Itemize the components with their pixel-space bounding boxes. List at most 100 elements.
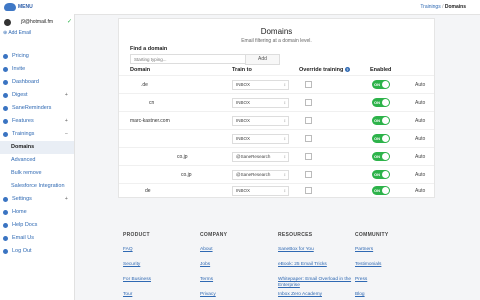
enabled-toggle[interactable]: ON <box>372 170 390 179</box>
enabled-toggle[interactable]: ON <box>372 98 390 107</box>
table-row: INBOX ON Auto <box>119 129 434 148</box>
breadcrumb-trainings[interactable]: Trainings <box>420 4 440 10</box>
train-to-select[interactable]: INBOX <box>232 134 289 144</box>
account-row[interactable]: j9@hotmail.fm ✓ <box>3 18 73 28</box>
footer-link-ebook[interactable]: eBook: 25 Email Tricks <box>278 262 356 268</box>
sidebar-item-home[interactable]: Home <box>0 206 74 219</box>
toggle-label: ON <box>374 118 380 123</box>
sidebar-item-label: Features <box>12 118 34 124</box>
footer-link-inbox-zero[interactable]: Inbox Zero Academy <box>278 292 356 298</box>
sidebar-subitem-salesforce[interactable]: Salesforce Integration <box>0 180 74 193</box>
override-checkbox[interactable] <box>305 117 312 124</box>
train-to-select[interactable]: INBOX <box>232 98 289 108</box>
person-add-icon <box>3 67 8 72</box>
account-email: j9@hotmail.fm <box>21 19 54 25</box>
enabled-toggle[interactable]: ON <box>372 186 390 195</box>
override-checkbox[interactable] <box>305 81 312 88</box>
footer-link-faq[interactable]: FAQ <box>123 247 201 253</box>
footer-heading: COMPANY <box>200 232 228 238</box>
footer-link-partners[interactable]: Partners <box>355 247 433 253</box>
sidebar-item-label: Digest <box>12 92 28 98</box>
column-header-domain: Domain <box>130 67 151 73</box>
auto-label: Auto <box>415 136 426 142</box>
sidebar-item-sanereminders[interactable]: SaneReminders <box>0 102 74 115</box>
footer-link-about[interactable]: About <box>200 247 278 253</box>
sidebar: j9@hotmail.fm ✓ ⊕ Add Email Pricing Invi… <box>0 14 75 300</box>
page-title: Domains <box>260 27 293 36</box>
logout-icon <box>3 249 8 254</box>
override-label: Override training <box>299 67 344 73</box>
domain-cell: co.jp <box>181 172 192 178</box>
sidebar-item-pricing[interactable]: Pricing <box>0 50 74 63</box>
override-checkbox[interactable] <box>305 153 312 160</box>
override-checkbox[interactable] <box>305 171 312 178</box>
add-email-label: Add Email <box>8 30 32 36</box>
toggle-label: ON <box>374 154 380 159</box>
add-email-link[interactable]: ⊕ Add Email <box>3 30 31 36</box>
sidebar-item-features[interactable]: Features <box>0 115 74 128</box>
footer-link-jobs[interactable]: Jobs <box>200 262 278 268</box>
footer-link-tour[interactable]: Tour <box>123 292 201 298</box>
enabled-toggle[interactable]: ON <box>372 152 390 161</box>
table-row: .de INBOX ON Auto <box>119 75 434 94</box>
sidebar-item-label: Email Us <box>12 235 35 241</box>
toggle-label: ON <box>374 82 380 87</box>
sidebar-subitem-bulk-remove[interactable]: Bulk remove <box>0 167 74 180</box>
toggle-label: ON <box>374 172 380 177</box>
help-icon[interactable]: ? <box>344 67 350 72</box>
enabled-toggle[interactable]: ON <box>372 116 390 125</box>
sidebar-item-email-us[interactable]: Email Us <box>0 232 74 245</box>
train-to-select[interactable]: @SaneResearch <box>232 170 289 180</box>
table-row: co.jp @SaneResearch ON Auto <box>119 147 434 166</box>
breadcrumb-current: Domains <box>444 4 466 10</box>
top-bar: MENU Trainings / Domains <box>0 0 480 15</box>
sidebar-item-digest[interactable]: Digest <box>0 89 74 102</box>
find-domain-input[interactable] <box>130 54 248 64</box>
auto-label: Auto <box>415 188 426 194</box>
footer-column-resources: RESOURCES SaneBox for You eBook: 25 Emai… <box>278 232 356 298</box>
train-to-select[interactable]: INBOX <box>232 186 289 196</box>
toggle-label: ON <box>374 188 380 193</box>
enabled-toggle[interactable]: ON <box>372 80 390 89</box>
footer-link-whitepaper[interactable]: Whitepaper: Email Overload in the Enterp… <box>278 277 356 289</box>
sidebar-subitem-domains[interactable]: Domains <box>0 141 74 154</box>
train-to-select[interactable]: @SaneResearch <box>232 152 289 162</box>
breadcrumb-separator: / <box>442 4 444 10</box>
mail-icon <box>3 236 8 241</box>
sidebar-item-trainings[interactable]: Trainings <box>0 128 74 141</box>
gear-icon <box>3 197 8 202</box>
override-checkbox[interactable] <box>305 135 312 142</box>
train-to-select[interactable]: INBOX <box>232 116 289 126</box>
avatar <box>4 19 11 26</box>
column-header-override: Override training ? <box>299 67 350 73</box>
footer-link-terms[interactable]: Terms <box>200 277 278 283</box>
sidebar-subitem-advanced[interactable]: Advanced <box>0 154 74 167</box>
table-row: cn INBOX ON Auto <box>119 93 434 112</box>
digest-icon <box>3 93 8 98</box>
domain-cell: .de <box>141 82 148 88</box>
footer-link-privacy[interactable]: Privacy <box>200 292 278 298</box>
sidebar-item-settings[interactable]: Settings <box>0 193 74 206</box>
enabled-toggle[interactable]: ON <box>372 134 390 143</box>
footer-link-sanebox-for-you[interactable]: SaneBox for You <box>278 247 356 253</box>
footer-link-security[interactable]: Security <box>123 262 201 268</box>
footer-link-press[interactable]: Press <box>355 277 433 283</box>
sidebar-item-log-out[interactable]: Log Out <box>0 245 74 258</box>
train-to-select[interactable]: INBOX <box>232 80 289 90</box>
features-icon <box>3 119 8 124</box>
add-domain-button[interactable]: Add <box>245 54 280 65</box>
trainings-icon <box>3 132 8 137</box>
logo-icon[interactable] <box>4 3 16 11</box>
sidebar-item-invite[interactable]: Invite <box>0 63 74 76</box>
footer-link-testimonials[interactable]: Testimonials <box>355 262 433 268</box>
column-header-enabled: Enabled <box>370 67 392 73</box>
sidebar-item-dashboard[interactable]: Dashboard <box>0 76 74 89</box>
sidebar-item-label: Trainings <box>12 131 35 137</box>
override-checkbox[interactable] <box>305 99 312 106</box>
sidebar-item-help-docs[interactable]: Help Docs <box>0 219 74 232</box>
override-checkbox[interactable] <box>305 187 312 194</box>
footer-link-for-business[interactable]: For Business <box>123 277 201 283</box>
auto-label: Auto <box>415 154 426 160</box>
menu-button[interactable]: MENU <box>18 4 33 10</box>
footer-link-blog[interactable]: Blog <box>355 292 433 298</box>
